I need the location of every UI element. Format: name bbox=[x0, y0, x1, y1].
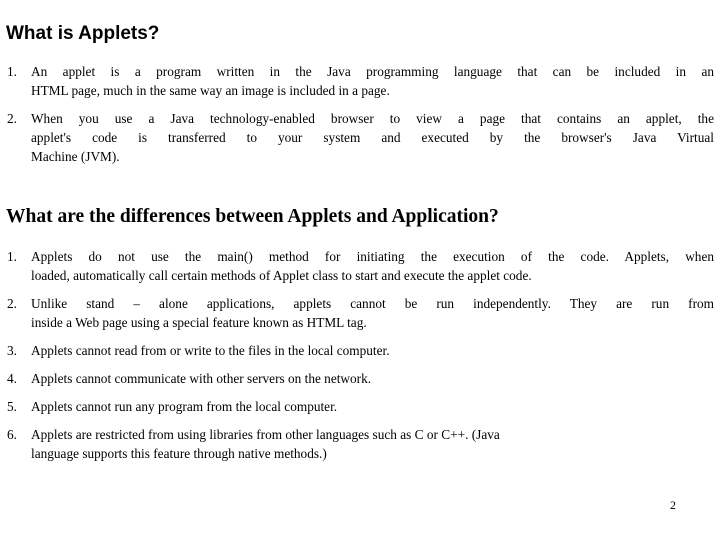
list-item-text: Applets do not use the main() method for… bbox=[31, 247, 714, 285]
list-item-line: HTML page, much in the same way an image… bbox=[31, 83, 390, 98]
list-item-line: Unlike stand – alone applications, apple… bbox=[31, 296, 714, 311]
list-item: 1. Applets do not use the main() method … bbox=[0, 247, 714, 285]
list-item-line: Applets are restricted from using librar… bbox=[31, 427, 500, 442]
list-item: 2. Unlike stand – alone applications, ap… bbox=[0, 294, 714, 332]
list-item-text: Applets cannot read from or write to the… bbox=[31, 341, 714, 360]
list-item-line: Applets cannot read from or write to the… bbox=[31, 343, 390, 358]
list-item-line: inside a Web page using a special featur… bbox=[31, 315, 367, 330]
list-item-marker: 1. bbox=[7, 64, 17, 79]
list-item-marker: 4. bbox=[7, 371, 17, 386]
list-item-text: An applet is a program written in the Ja… bbox=[31, 62, 714, 100]
list-item-line: Applets cannot communicate with other se… bbox=[31, 371, 372, 386]
list-item: 5. Applets cannot run any program from t… bbox=[0, 397, 714, 416]
list-item-text: Applets cannot run any program from the … bbox=[31, 397, 714, 416]
list-item: 1. An applet is a program written in the… bbox=[0, 62, 714, 100]
list-item-line: Machine (JVM). bbox=[31, 149, 120, 164]
list-item-line: applet's code is transferred to your sys… bbox=[31, 130, 714, 145]
list-item: 3. Applets cannot read from or write to … bbox=[0, 341, 714, 360]
list-item-line: Applets cannot run any program from the … bbox=[31, 399, 338, 414]
list-item-line: Applets do not use the main() method for… bbox=[31, 249, 714, 264]
list-item-marker: 3. bbox=[7, 343, 17, 358]
list-item-line: language supports this feature through n… bbox=[31, 446, 327, 461]
list-item-text: Applets cannot communicate with other se… bbox=[31, 369, 714, 388]
list-item-text: When you use a Java technology-enabled b… bbox=[31, 109, 714, 166]
list-item-marker: 1. bbox=[7, 249, 17, 264]
list-item-line: When you use a Java technology-enabled b… bbox=[31, 111, 714, 126]
list-item-marker: 2. bbox=[7, 111, 17, 126]
list-item-marker: 5. bbox=[7, 399, 17, 414]
applets-vs-application-list: 1. Applets do not use the main() method … bbox=[0, 247, 714, 463]
slide-page: What is Applets? 1. An applet is a progr… bbox=[0, 0, 720, 540]
section-heading-applets-vs-application: What are the differences between Applets… bbox=[6, 206, 499, 227]
section-heading-what-is-applets: What is Applets? bbox=[6, 23, 160, 44]
list-item-text: Unlike stand – alone applications, apple… bbox=[31, 294, 714, 332]
list-item: 2. When you use a Java technology-enable… bbox=[0, 109, 714, 166]
list-item-marker: 2. bbox=[7, 296, 17, 311]
list-item: 4. Applets cannot communicate with other… bbox=[0, 369, 714, 388]
list-item-line: An applet is a program written in the Ja… bbox=[31, 64, 714, 79]
applets-definition-list: 1. An applet is a program written in the… bbox=[0, 62, 714, 166]
list-item: 6. Applets are restricted from using lib… bbox=[0, 425, 714, 463]
page-number: 2 bbox=[670, 498, 676, 512]
list-item-marker: 6. bbox=[7, 427, 17, 442]
list-item-text: Applets are restricted from using librar… bbox=[31, 425, 714, 463]
list-item-line: loaded, automatically call certain metho… bbox=[31, 268, 532, 283]
